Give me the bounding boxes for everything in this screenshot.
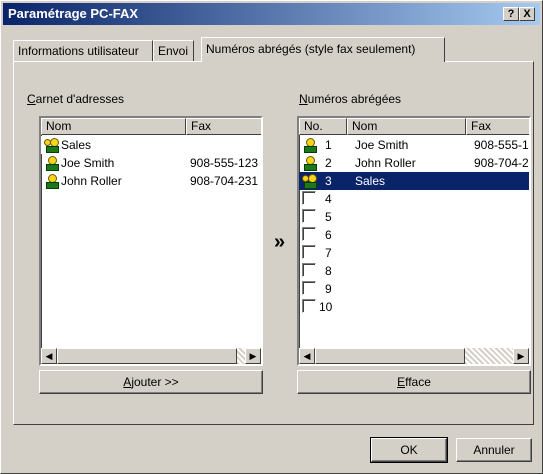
empty-slot-checkbox[interactable] [302, 299, 316, 313]
title-bar[interactable]: Paramétrage PC-FAX ? X [3, 3, 540, 25]
list-item[interactable]: 1 Joe Smith 908-555-1 [299, 136, 529, 154]
tab-numeros-abreges[interactable]: Numéros abrégés (style fax seulement) [201, 37, 445, 62]
list-item[interactable]: 10 [299, 298, 529, 316]
person-icon [302, 155, 318, 171]
list-item[interactable]: 5 [299, 208, 529, 226]
list-item[interactable]: 4 [299, 190, 529, 208]
empty-slot-checkbox[interactable] [302, 281, 316, 295]
address-book-list[interactable]: Nom Fax Sales Joe Smith 908-555-123 John… [39, 116, 263, 366]
empty-slot-checkbox[interactable] [302, 245, 316, 259]
list-item[interactable]: 6 [299, 226, 529, 244]
cancel-button[interactable]: Annuler [456, 438, 532, 462]
add-button[interactable]: Ajouter >> [39, 370, 263, 394]
speed-dial-list[interactable]: No. Nom Fax 1 Joe Smith 908-555-1 2 John… [297, 116, 531, 366]
tab-informations-utilisateur[interactable]: Informations utilisateur [13, 40, 153, 61]
close-button[interactable]: X [519, 7, 535, 21]
person-icon [302, 137, 318, 153]
scroll-right-icon[interactable]: ▶ [513, 348, 529, 364]
list-item[interactable]: 8 [299, 262, 529, 280]
list-item[interactable]: 2 John Roller 908-704-2 [299, 154, 529, 172]
list-item-selected[interactable]: 3 Sales [299, 172, 529, 190]
list-item[interactable]: 9 [299, 280, 529, 298]
scroll-left-icon[interactable]: ◀ [41, 348, 57, 364]
list-item[interactable]: 7 [299, 244, 529, 262]
empty-slot-checkbox[interactable] [302, 263, 316, 277]
dialog-window: Paramétrage PC-FAX ? X Informations util… [0, 0, 543, 474]
address-book-label: Carnet d'adresses [27, 92, 125, 106]
ok-button[interactable]: OK [370, 437, 448, 463]
empty-slot-checkbox[interactable] [302, 191, 316, 205]
help-button[interactable]: ? [503, 7, 519, 21]
speed-dial-label: Numéros abrégées [299, 92, 402, 106]
group-icon [302, 173, 318, 189]
clear-button[interactable]: Efface [297, 370, 531, 394]
person-icon [44, 173, 60, 189]
column-header-fax[interactable]: Fax [186, 118, 261, 135]
column-header-no[interactable]: No. [299, 118, 347, 135]
column-header-name[interactable]: Nom [41, 118, 186, 135]
empty-slot-checkbox[interactable] [302, 227, 316, 241]
list-item[interactable]: Sales [41, 136, 261, 154]
column-header-fax[interactable]: Fax [466, 118, 529, 135]
list-item[interactable]: Joe Smith 908-555-123 [41, 154, 261, 172]
person-icon [44, 155, 60, 171]
empty-slot-checkbox[interactable] [302, 209, 316, 223]
window-title: Paramétrage PC-FAX [8, 6, 139, 21]
transfer-arrow-icon: » [274, 231, 286, 253]
list-item[interactable]: John Roller 908-704-231 [41, 172, 261, 190]
scroll-thumb[interactable] [57, 348, 237, 364]
tab-envoi[interactable]: Envoi [153, 40, 194, 61]
scroll-thumb[interactable] [315, 348, 465, 364]
horizontal-scrollbar[interactable]: ◀ ▶ [299, 348, 529, 364]
scroll-left-icon[interactable]: ◀ [299, 348, 315, 364]
horizontal-scrollbar[interactable]: ◀ ▶ [41, 348, 261, 364]
group-icon [44, 137, 60, 153]
column-header-name[interactable]: Nom [347, 118, 466, 135]
scroll-right-icon[interactable]: ▶ [245, 348, 261, 364]
